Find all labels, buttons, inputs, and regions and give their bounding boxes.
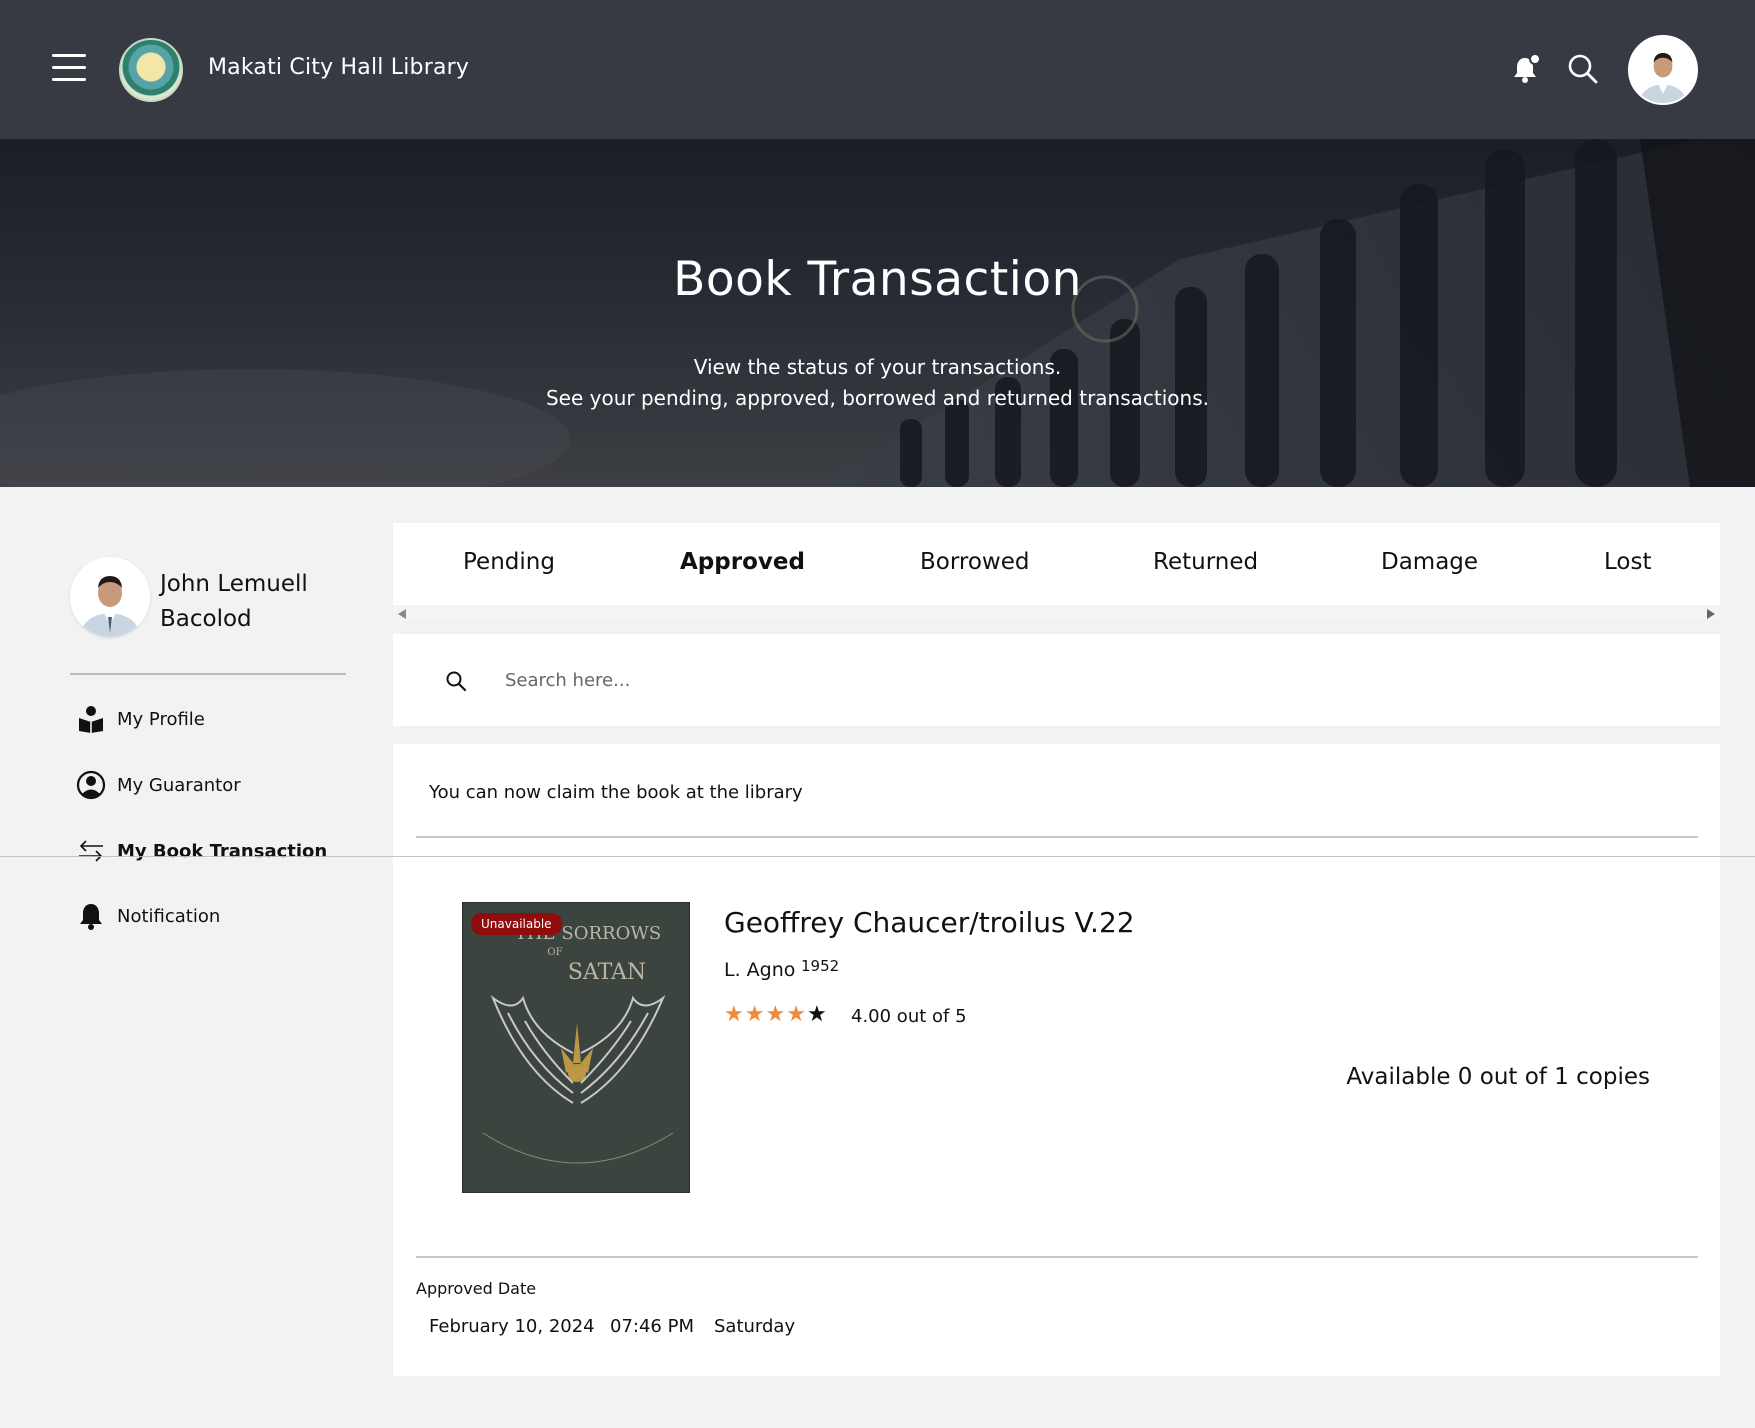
page-subtitle-line1: View the status of your transactions. bbox=[693, 355, 1062, 379]
approved-date-label: Approved Date bbox=[416, 1279, 537, 1298]
approved-date: February 10, 2024 bbox=[429, 1316, 595, 1337]
notification-bell-icon[interactable] bbox=[1510, 52, 1544, 86]
svg-text:SATAN: SATAN bbox=[568, 960, 646, 985]
hero-banner: Book Transaction View the status of your… bbox=[0, 139, 1755, 487]
search-icon[interactable] bbox=[445, 670, 467, 692]
user-circle-icon bbox=[76, 770, 106, 800]
approved-time: 07:46 PM bbox=[610, 1316, 694, 1337]
tab-pending[interactable]: Pending bbox=[463, 549, 555, 575]
star-filled-icon: ★ bbox=[744, 1002, 766, 1027]
sidebar-item-my-book-transaction[interactable]: My Book Transaction bbox=[76, 835, 327, 867]
profile-avatar bbox=[70, 557, 150, 637]
page-title: Book Transaction bbox=[673, 252, 1082, 307]
app-title[interactable]: Makati City Hall Library bbox=[208, 55, 469, 80]
svg-text:OF: OF bbox=[547, 947, 562, 958]
book-year: 1952 bbox=[801, 957, 840, 975]
transaction-tabs: Pending Approved Borrowed Returned Damag… bbox=[393, 523, 1720, 621]
sidebar-item-label: My Book Transaction bbox=[117, 840, 328, 862]
book-author: L. Agno bbox=[724, 959, 796, 981]
rating-text: 4.00 out of 5 bbox=[851, 1006, 967, 1027]
menu-icon[interactable] bbox=[52, 54, 86, 82]
profile-name: John Lemuell Bacolod bbox=[160, 571, 308, 632]
availability-badge: Unavailable bbox=[471, 913, 562, 935]
tab-returned[interactable]: Returned bbox=[1153, 549, 1258, 575]
transaction-card: You can now claim the book at the librar… bbox=[393, 744, 1720, 1376]
search-icon[interactable] bbox=[1566, 52, 1600, 86]
exchange-arrows-icon bbox=[79, 840, 103, 862]
status-message: You can now claim the book at the librar… bbox=[429, 782, 803, 803]
user-avatar[interactable] bbox=[1628, 35, 1698, 105]
top-navbar: Makati City Hall Library bbox=[0, 0, 1755, 139]
sidebar-item-label: Notification bbox=[117, 905, 221, 927]
sidebar-item-label: My Profile bbox=[117, 708, 205, 730]
page-rule-line bbox=[0, 856, 1755, 857]
sidebar-item-my-guarantor[interactable]: My Guarantor bbox=[76, 769, 241, 801]
search-input[interactable] bbox=[505, 656, 1685, 704]
book-title[interactable]: Geoffrey Chaucer/troilus V.22 bbox=[724, 906, 1135, 939]
rating-stars: ★★★★★ bbox=[724, 1002, 828, 1027]
reader-icon bbox=[79, 706, 103, 733]
star-filled-icon: ★ bbox=[786, 1002, 807, 1027]
bell-icon bbox=[80, 904, 102, 930]
card-divider bbox=[416, 1256, 1698, 1258]
star-empty-icon: ★ bbox=[806, 1002, 828, 1027]
card-divider bbox=[416, 836, 1698, 838]
sidebar-item-label: My Guarantor bbox=[117, 774, 241, 796]
scroll-left-arrow-icon[interactable] bbox=[398, 609, 406, 619]
building-background-image bbox=[0, 139, 1755, 487]
sidebar-divider bbox=[70, 673, 346, 675]
page-subtitle-line2: See your pending, approved, borrowed and… bbox=[545, 386, 1209, 410]
availability-text: Available 0 out of 1 copies bbox=[1346, 1064, 1650, 1090]
scroll-right-arrow-icon[interactable] bbox=[1707, 609, 1715, 619]
tabs-scrollbar[interactable] bbox=[393, 605, 1720, 621]
book-cover[interactable]: THE SORROWS OF SATAN Unavailable bbox=[462, 902, 690, 1193]
star-filled-icon: ★ bbox=[765, 1002, 787, 1027]
sidebar-item-my-profile[interactable]: My Profile bbox=[76, 703, 205, 735]
library-logo[interactable] bbox=[119, 38, 183, 102]
tab-borrowed[interactable]: Borrowed bbox=[920, 549, 1030, 575]
tab-damage[interactable]: Damage bbox=[1381, 549, 1478, 575]
star-filled-icon: ★ bbox=[724, 1002, 745, 1027]
search-bar bbox=[393, 634, 1720, 726]
book-cover-image: THE SORROWS OF SATAN bbox=[463, 903, 689, 1192]
tab-lost[interactable]: Lost bbox=[1604, 549, 1651, 575]
sidebar-item-notification[interactable]: Notification bbox=[76, 900, 220, 932]
approved-weekday: Saturday bbox=[714, 1316, 796, 1337]
tab-approved[interactable]: Approved bbox=[680, 549, 805, 575]
